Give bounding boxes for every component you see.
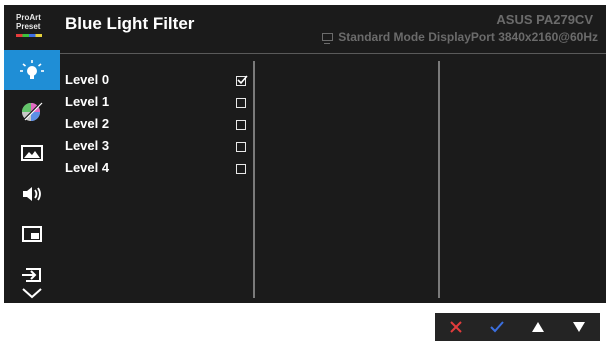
checkmark-icon <box>237 75 248 85</box>
sidebar-item-image[interactable] <box>4 133 60 173</box>
level-label: Level 4 <box>65 160 110 175</box>
speaker-icon <box>23 187 41 201</box>
sidebar: ProArt Preset <box>4 5 60 303</box>
level-checkbox[interactable] <box>236 120 246 130</box>
level-option[interactable]: Level 1 <box>65 94 255 116</box>
header-divider <box>60 53 606 54</box>
preset-color-bar <box>16 34 42 37</box>
up-triangle-icon <box>532 322 545 332</box>
level-checkbox[interactable] <box>236 164 246 174</box>
up-button[interactable] <box>523 313 553 341</box>
level-label: Level 0 <box>65 72 110 87</box>
level-label: Level 3 <box>65 138 110 153</box>
input-icon <box>22 268 41 282</box>
close-button[interactable] <box>441 313 471 341</box>
bulb-icon <box>20 60 44 79</box>
pip-icon <box>22 226 42 242</box>
confirm-button[interactable] <box>482 313 512 341</box>
sidebar-item-sound[interactable] <box>4 174 60 214</box>
preset-label-line1: ProArt <box>16 13 41 22</box>
control-button-bar <box>435 313 600 341</box>
image-icon <box>21 145 43 161</box>
level-label: Level 2 <box>65 116 110 131</box>
sidebar-item-color[interactable] <box>4 92 60 132</box>
sidebar-item-more[interactable] <box>4 283 60 303</box>
sidebar-item-pip[interactable] <box>4 215 60 255</box>
osd-panel: ProArt Preset Blue Light Filter ASUS PA2… <box>4 5 606 303</box>
level-option[interactable]: Level 0 <box>65 72 255 94</box>
close-icon <box>449 321 462 333</box>
preset-label-line2: Preset <box>16 22 41 31</box>
monitor-model: ASUS PA279CV <box>496 12 593 27</box>
level-list: Level 0 Level 1 Level 2 Level 3 Level 4 <box>65 72 255 182</box>
level-option[interactable]: Level 4 <box>65 160 255 182</box>
proart-preset-button[interactable]: ProArt Preset <box>4 5 60 49</box>
level-label: Level 1 <box>65 94 110 109</box>
mode-info-text: Standard Mode DisplayPort 3840x2160@60Hz <box>338 30 598 44</box>
level-checkbox[interactable] <box>236 142 246 152</box>
down-triangle-icon <box>573 322 586 332</box>
down-button[interactable] <box>564 313 594 341</box>
check-icon <box>490 321 504 333</box>
mode-info: Standard Mode DisplayPort 3840x2160@60Hz <box>322 30 598 44</box>
level-checkbox-checked[interactable] <box>236 75 248 86</box>
level-option[interactable]: Level 3 <box>65 138 255 160</box>
page-title: Blue Light Filter <box>65 14 195 33</box>
column-divider-2 <box>438 61 440 298</box>
chevron-down-icon <box>22 288 42 299</box>
level-checkbox[interactable] <box>236 98 246 108</box>
monitor-icon <box>322 33 334 44</box>
color-wheel-icon <box>22 102 43 121</box>
level-option[interactable]: Level 2 <box>65 116 255 138</box>
sidebar-item-blue-light-filter[interactable] <box>4 50 60 90</box>
